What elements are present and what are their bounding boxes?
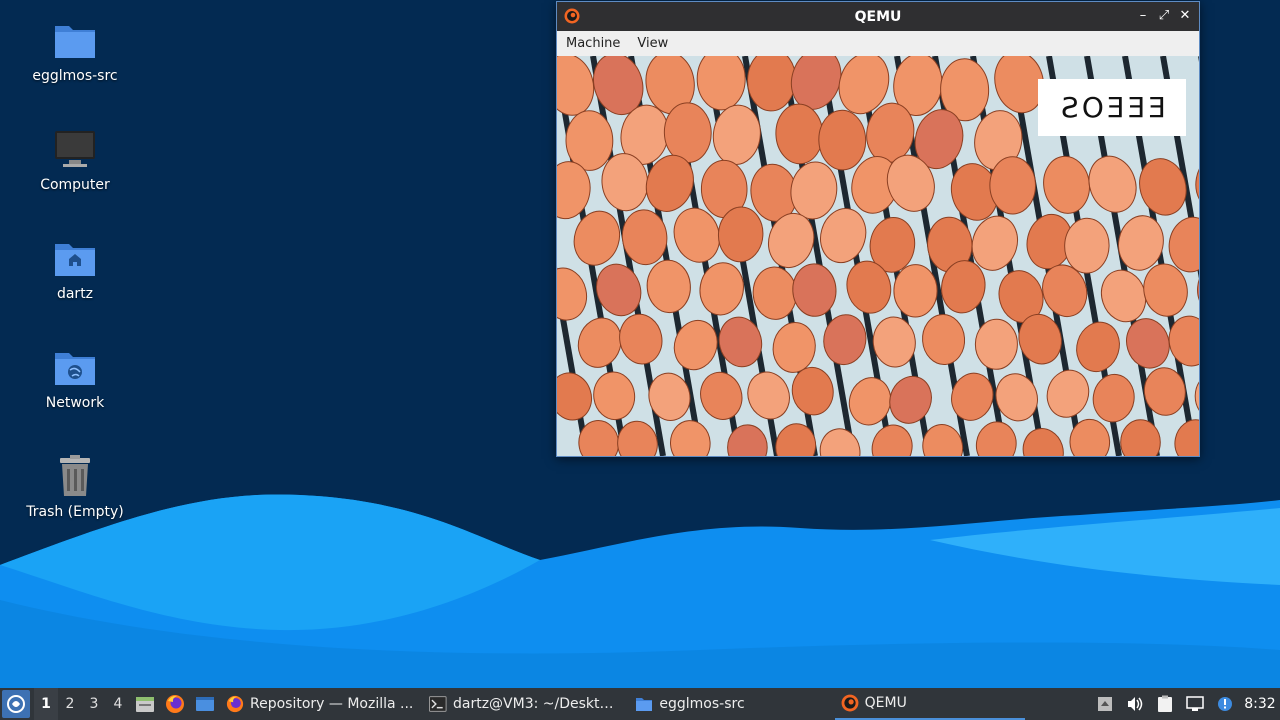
menu-machine[interactable]: Machine bbox=[566, 36, 620, 51]
menubar: Machine View bbox=[557, 31, 1199, 56]
task-qemu[interactable]: QEMU bbox=[834, 688, 1025, 720]
firefox-icon bbox=[166, 695, 184, 713]
guest-display[interactable]: EEEOS bbox=[557, 56, 1199, 456]
show-desktop-icon bbox=[196, 697, 214, 711]
task-file-manager[interactable]: egglmos-src bbox=[629, 688, 750, 720]
desktop-icon-network[interactable]: Network bbox=[10, 345, 140, 411]
workspace-switcher: 1 2 3 4 bbox=[34, 688, 130, 720]
tray-clipboard[interactable] bbox=[1150, 688, 1180, 720]
tray-network[interactable] bbox=[1180, 688, 1210, 720]
desktop-icon-label: dartz bbox=[56, 286, 94, 302]
task-label: egglmos-src bbox=[659, 696, 745, 712]
close-button[interactable]: ✕ bbox=[1177, 8, 1193, 24]
keyboard-layout-icon bbox=[1098, 697, 1112, 711]
tray-updates[interactable] bbox=[1210, 688, 1240, 720]
egg bbox=[974, 318, 1018, 370]
desktop-icon-label: Trash (Empty) bbox=[26, 504, 124, 520]
desktop-icon-label: Computer bbox=[40, 177, 110, 193]
updates-icon bbox=[1218, 697, 1232, 711]
taskbar: 1 2 3 4 Repository — Mozilla ... dartz@V… bbox=[0, 688, 1280, 720]
task-label: QEMU bbox=[864, 695, 907, 711]
computer-icon bbox=[55, 131, 95, 167]
clipboard-icon bbox=[1158, 695, 1172, 712]
qemu-window[interactable]: QEMU – ⤢ ✕ Machine View EEEOS bbox=[556, 1, 1200, 457]
file-manager-icon bbox=[136, 697, 154, 712]
task-terminal[interactable]: dartz@VM3: ~/Deskto... bbox=[423, 688, 623, 720]
desktop-icon-trash[interactable]: Trash (Empty) bbox=[10, 454, 140, 520]
desktop-icon-label: egglmos-src bbox=[32, 68, 118, 84]
egg bbox=[893, 264, 938, 318]
workspace-1[interactable]: 1 bbox=[34, 688, 58, 720]
tray-volume[interactable] bbox=[1120, 688, 1150, 720]
task-firefox[interactable]: Repository — Mozilla ... bbox=[220, 688, 419, 720]
volume-icon bbox=[1128, 697, 1143, 711]
trash-icon bbox=[60, 455, 90, 496]
window-title: QEMU bbox=[854, 8, 902, 25]
maximize-button[interactable]: ⤢ bbox=[1156, 8, 1172, 24]
qemu-icon bbox=[841, 694, 859, 712]
desktop-icon-computer[interactable]: Computer bbox=[10, 127, 140, 193]
launcher-firefox[interactable] bbox=[160, 688, 190, 720]
task-label: Repository — Mozilla ... bbox=[250, 696, 414, 712]
start-menu-button[interactable] bbox=[2, 690, 30, 718]
guest-sign-text: EEEOS bbox=[1058, 91, 1166, 124]
task-label: dartz@VM3: ~/Deskto... bbox=[452, 696, 618, 712]
folder-icon bbox=[636, 698, 653, 711]
menu-view[interactable]: View bbox=[637, 36, 668, 51]
firefox-icon bbox=[226, 695, 244, 713]
desktop-icon-label: Network bbox=[45, 395, 105, 411]
desktop-icon-dartz[interactable]: dartz bbox=[10, 236, 140, 302]
network-folder-icon bbox=[55, 353, 95, 385]
egg bbox=[989, 156, 1036, 215]
home-folder-icon bbox=[55, 244, 95, 276]
network-icon bbox=[1186, 696, 1204, 711]
tray-keyboard[interactable] bbox=[1090, 688, 1120, 720]
distro-logo-icon bbox=[7, 695, 25, 713]
clock[interactable]: 8:32 bbox=[1240, 696, 1280, 712]
launcher-file-manager[interactable] bbox=[130, 688, 160, 720]
desktop-icon-egglmos-src[interactable]: egglmos-src bbox=[10, 18, 140, 84]
workspace-4[interactable]: 4 bbox=[106, 696, 130, 712]
window-titlebar[interactable]: QEMU – ⤢ ✕ bbox=[557, 2, 1199, 31]
workspace-3[interactable]: 3 bbox=[82, 696, 106, 712]
folder-icon bbox=[55, 26, 95, 58]
minimize-button[interactable]: – bbox=[1135, 8, 1151, 24]
terminal-icon bbox=[429, 696, 447, 712]
launcher-show-desktop[interactable] bbox=[190, 688, 220, 720]
guest-sign: EEEOS bbox=[1038, 79, 1186, 136]
workspace-2[interactable]: 2 bbox=[58, 696, 82, 712]
